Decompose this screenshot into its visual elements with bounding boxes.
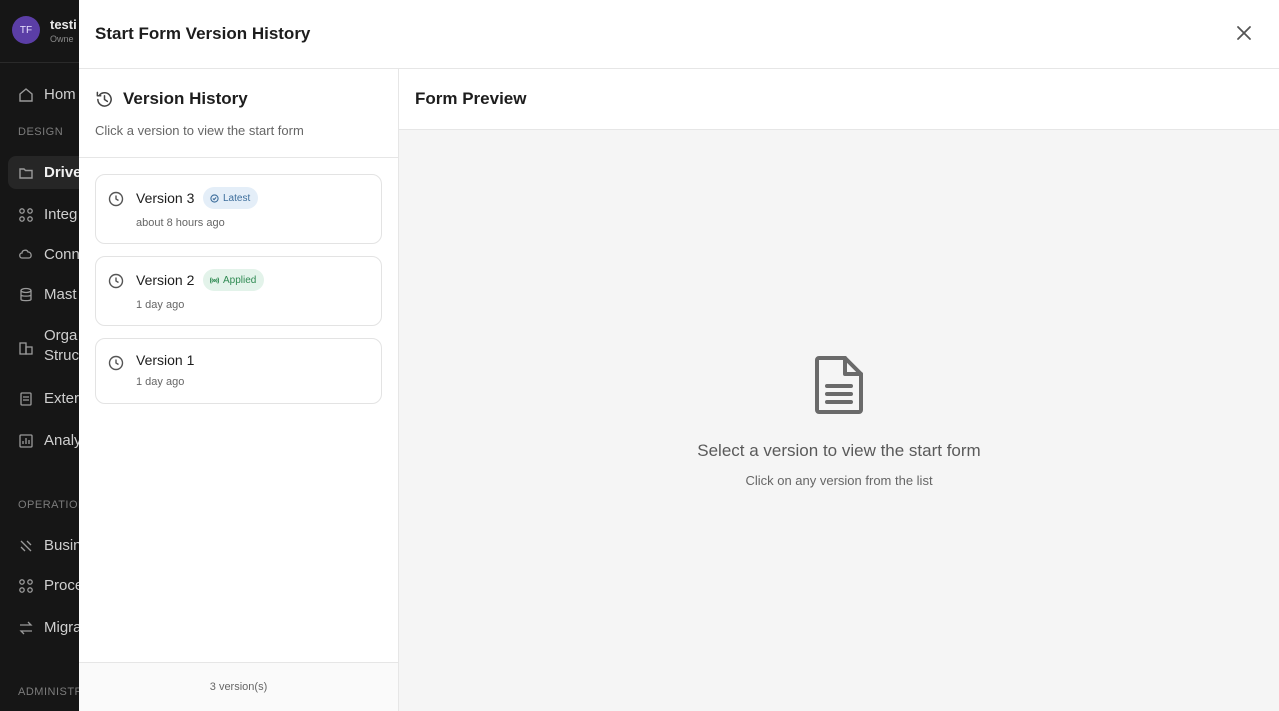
close-icon[interactable] — [1235, 24, 1253, 42]
database-icon — [20, 287, 32, 302]
sidebar-item-integrations[interactable]: Integ — [18, 206, 77, 223]
section-admin: ADMINISTR — [18, 686, 83, 698]
sidebar-item-home[interactable]: Hom — [18, 86, 76, 103]
clock-icon — [108, 273, 124, 289]
user-role: Owne — [50, 33, 74, 44]
version-time: about 8 hours ago — [136, 217, 225, 229]
version-name: Version 1 — [136, 352, 195, 368]
empty-state-title: Select a version to view the start form — [697, 441, 981, 460]
sidebar-item-migration[interactable]: Migra — [18, 619, 82, 636]
form-preview-panel: Form Preview Select a version to view th… — [399, 69, 1279, 711]
user-profile[interactable]: TF testi Owne — [12, 16, 77, 44]
org-structure-icon — [19, 342, 33, 355]
version-time: 1 day ago — [136, 376, 185, 388]
document-icon — [815, 356, 863, 414]
sidebar-item-process[interactable]: Proce — [18, 577, 83, 594]
version-history-subtitle: Click a version to view the start form — [95, 123, 304, 138]
avatar: TF — [12, 16, 40, 44]
external-icon — [20, 392, 32, 406]
version-name: Version 3 — [136, 190, 195, 206]
sidebar-item-master[interactable]: Mast — [18, 286, 77, 303]
connections-icon — [19, 249, 32, 259]
form-preview-title: Form Preview — [415, 89, 527, 108]
business-icon — [20, 540, 32, 552]
latest-badge: Latest — [203, 187, 259, 209]
section-design: DESIGN — [18, 126, 64, 138]
applied-badge: Applied — [203, 269, 265, 291]
folder-icon — [19, 168, 33, 179]
version-list-header: Version History Click a version to view … — [79, 69, 398, 158]
empty-state-subtitle: Click on any version from the list — [745, 473, 933, 488]
sidebar-item-analytics[interactable]: Analy — [18, 432, 82, 449]
clock-icon — [108, 191, 124, 207]
user-name: testi — [50, 16, 77, 32]
modal-header: Start Form Version History — [79, 0, 1279, 69]
section-operations: OPERATION — [18, 499, 87, 511]
version-history-modal: Start Form Version History Version Histo… — [79, 0, 1279, 711]
history-icon — [96, 91, 112, 107]
broadcast-icon — [210, 276, 219, 284]
version-name: Version 2 — [136, 272, 195, 288]
migration-icon — [19, 621, 33, 635]
check-circle-icon — [210, 193, 219, 203]
process-icon — [19, 579, 33, 593]
empty-state: Select a version to view the start form … — [399, 354, 1279, 488]
version-card-3[interactable]: Version 3 Latest about 8 hours ago — [95, 174, 382, 244]
version-card-2[interactable]: Version 2 Applied 1 day ago — [95, 256, 382, 326]
modal-title: Start Form Version History — [95, 24, 311, 43]
home-icon — [19, 88, 33, 102]
sidebar-item-connections[interactable]: Conn — [18, 246, 80, 263]
version-time: 1 day ago — [136, 299, 185, 311]
sidebar-item-external[interactable]: Exter — [18, 390, 79, 407]
version-card-1[interactable]: Version 1 1 day ago — [95, 338, 382, 404]
clock-icon — [108, 355, 124, 371]
version-list-panel: Version History Click a version to view … — [79, 69, 399, 711]
sidebar-item-business[interactable]: Busin — [18, 537, 82, 554]
form-preview-header: Form Preview — [399, 69, 1279, 130]
version-count: 3 version(s) — [79, 662, 398, 711]
analytics-icon — [19, 434, 33, 448]
integrations-icon — [19, 208, 33, 222]
version-history-title: Version History — [123, 89, 248, 108]
sidebar-item-org-structure[interactable]: Orga Struc — [18, 326, 79, 366]
